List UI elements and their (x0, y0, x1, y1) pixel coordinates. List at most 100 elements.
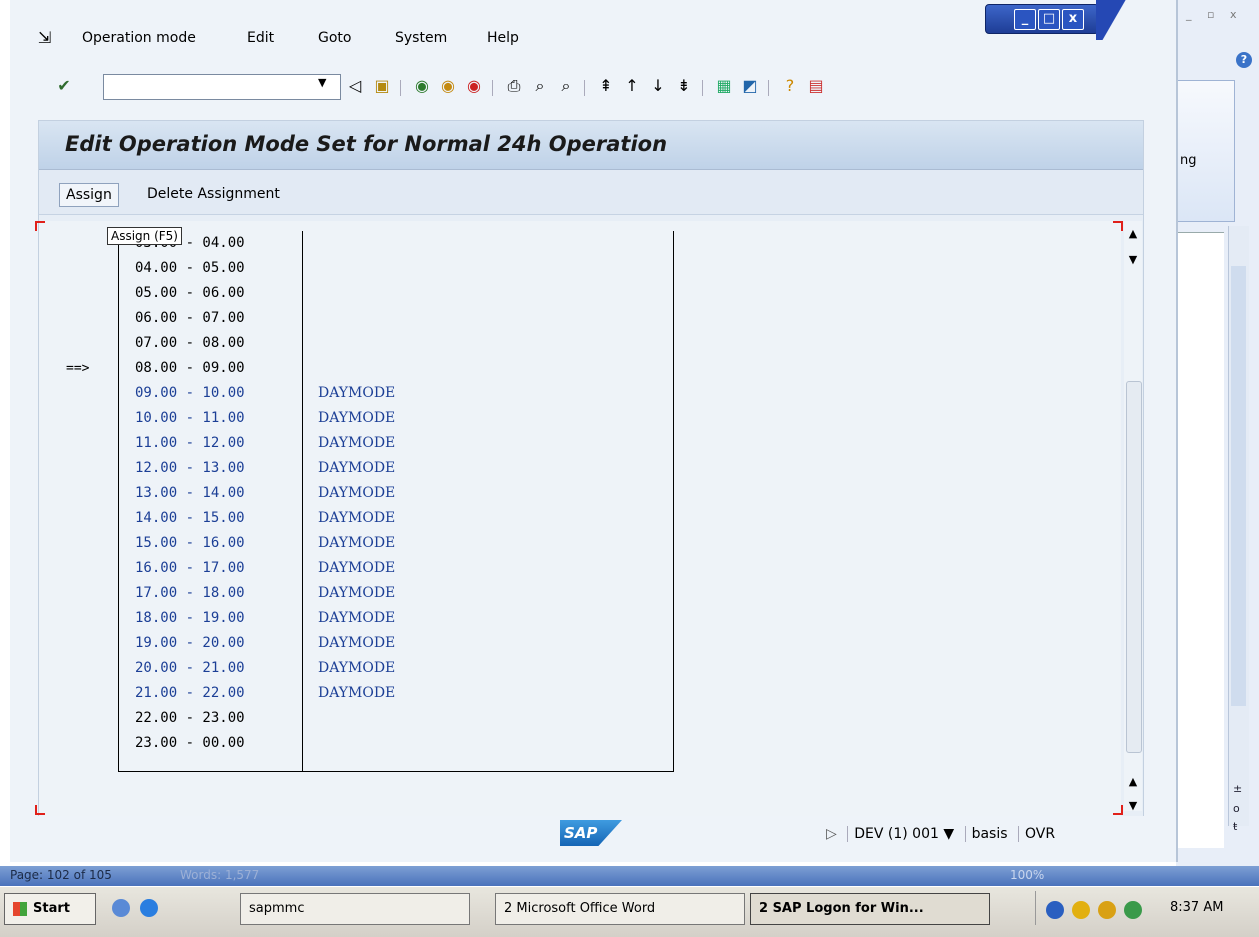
scroll-page-down-icon[interactable]: ▼ (1125, 253, 1141, 266)
browse-object-icon[interactable]: o (1233, 802, 1240, 815)
time-slot[interactable]: 10.00 - 11.00 (135, 406, 245, 431)
quicklaunch-desktop-icon[interactable] (112, 899, 130, 917)
vertical-scrollbar[interactable]: ▲ ▼ ▲ ▼ (1124, 221, 1142, 812)
time-slot[interactable]: 11.00 - 12.00 (135, 431, 245, 456)
application-toolbar: Assign Delete Assignment (39, 170, 1143, 215)
word-status-bar: Page: 102 of 105 Words: 1,577 100% (0, 866, 1259, 886)
operation-mode-value[interactable]: DAYMODE (318, 381, 395, 406)
exit-icon[interactable]: ◉ (438, 76, 458, 96)
time-slot[interactable]: 06.00 - 07.00 (135, 306, 245, 331)
time-slot[interactable]: 04.00 - 05.00 (135, 256, 245, 281)
taskbar-item-word[interactable]: 2 Microsoft Office Word (495, 893, 745, 925)
time-slot[interactable]: 17.00 - 18.00 (135, 581, 245, 606)
menu-system[interactable]: System (395, 30, 447, 46)
help-icon[interactable]: ? (780, 76, 800, 96)
next-page-icon[interactable]: ŧ (1233, 820, 1237, 833)
time-slot[interactable]: 18.00 - 19.00 (135, 606, 245, 631)
operation-mode-value[interactable]: DAYMODE (318, 506, 395, 531)
cancel-icon[interactable]: ◉ (464, 76, 484, 96)
word-page-count[interactable]: Page: 102 of 105 (10, 868, 112, 882)
find-next-icon[interactable]: ⌕ (556, 76, 576, 96)
current-hour-marker: ==> (66, 361, 90, 376)
background-word-window: _ ▫ x ? ng ± o ŧ (1176, 0, 1259, 880)
time-slot[interactable]: 12.00 - 13.00 (135, 456, 245, 481)
time-slot[interactable]: 08.00 - 09.00 (135, 356, 245, 381)
operation-mode-value[interactable]: DAYMODE (318, 406, 395, 431)
schedule-list: Assign (F5) ==> 03.00 - 04.00 04.00 - 05.… (35, 221, 1123, 821)
toolbar-separator (584, 80, 585, 96)
menu-operation-mode[interactable]: Operation mode (82, 30, 196, 46)
menu-goto[interactable]: Goto (318, 30, 351, 46)
command-field[interactable] (103, 74, 341, 100)
word-help-icon[interactable]: ? (1236, 52, 1252, 68)
tray-help-icon[interactable] (1046, 901, 1064, 919)
command-field-dropdown-icon[interactable]: ▼ (318, 76, 326, 89)
history-back-icon[interactable]: ◁ (345, 76, 365, 96)
taskbar-item-sapmmc[interactable]: sapmmc (240, 893, 470, 925)
enter-check-icon[interactable]: ✔ (54, 76, 74, 96)
time-slot[interactable]: 05.00 - 06.00 (135, 281, 245, 306)
scroll-down-icon[interactable]: ▼ (1125, 799, 1141, 812)
time-slot[interactable]: 13.00 - 14.00 (135, 481, 245, 506)
shortcut-icon[interactable]: ◩ (740, 76, 760, 96)
word-scroll-thumb[interactable] (1231, 266, 1246, 706)
next-page-icon[interactable]: ↓ (648, 76, 668, 96)
system-id[interactable]: DEV (1) 001 ▼ (847, 826, 961, 842)
save-icon[interactable]: ▣ (372, 76, 392, 96)
new-session-icon[interactable]: ▦ (714, 76, 734, 96)
last-page-icon[interactable]: ⇟ (674, 76, 694, 96)
time-slot[interactable]: 09.00 - 10.00 (135, 381, 245, 406)
word-vertical-scrollbar[interactable]: ± o ŧ (1228, 226, 1249, 833)
menu-help[interactable]: Help (487, 30, 519, 46)
start-button[interactable]: Start (4, 893, 96, 925)
scroll-thumb[interactable] (1126, 381, 1142, 753)
assign-button[interactable]: Assign (59, 183, 119, 207)
menu-edit[interactable]: Edit (247, 30, 274, 46)
time-slot[interactable]: 15.00 - 16.00 (135, 531, 245, 556)
tray-sap-icon[interactable] (1072, 901, 1090, 919)
scroll-page-up-icon[interactable]: ▲ (1125, 775, 1141, 788)
operation-mode-value[interactable]: DAYMODE (318, 656, 395, 681)
taskbar: Start sapmmc 2 Microsoft Office Word 2 S… (0, 886, 1259, 937)
system-dropdown-icon[interactable]: ▼ (943, 826, 954, 842)
status-expand-icon[interactable]: ▷ (820, 826, 843, 842)
prev-page-icon[interactable]: ± (1233, 782, 1242, 795)
input-mode[interactable]: OVR (1017, 826, 1062, 842)
time-slot[interactable]: 07.00 - 08.00 (135, 331, 245, 356)
scroll-up-icon[interactable]: ▲ (1125, 227, 1141, 240)
first-page-icon[interactable]: ⇞ (596, 76, 616, 96)
tray-security-icon[interactable] (1098, 901, 1116, 919)
time-slot[interactable]: 22.00 - 23.00 (135, 706, 245, 731)
system-menu-icon[interactable]: ⇲ (38, 28, 51, 47)
word-word-count[interactable]: Words: 1,577 (180, 868, 259, 882)
time-slot[interactable]: 20.00 - 21.00 (135, 656, 245, 681)
quicklaunch-ie-icon[interactable] (140, 899, 158, 917)
operation-mode-value[interactable]: DAYMODE (318, 606, 395, 631)
back-icon[interactable]: ◉ (412, 76, 432, 96)
print-icon[interactable]: ⎙ (504, 76, 524, 96)
operation-mode-value[interactable]: DAYMODE (318, 456, 395, 481)
find-icon[interactable]: ⌕ (530, 76, 550, 96)
operation-mode-value[interactable]: DAYMODE (318, 431, 395, 456)
operation-mode-value[interactable]: DAYMODE (318, 481, 395, 506)
background-window-controls[interactable]: _ ▫ x (1186, 8, 1242, 21)
menu-bar: ⇲ Operation mode Edit Goto System Help (10, 24, 1176, 54)
word-zoom-level[interactable]: 100% (1010, 868, 1044, 882)
operation-mode-value[interactable]: DAYMODE (318, 631, 395, 656)
operation-mode-value[interactable]: DAYMODE (318, 531, 395, 556)
time-slot[interactable]: 16.00 - 17.00 (135, 556, 245, 581)
tray-network-icon[interactable] (1124, 901, 1142, 919)
standard-toolbar: ✔ ▼ ◁ ▣ ◉ ◉ ◉ ⎙ ⌕ ⌕ ⇞ ↑ ↓ ⇟ ▦ ◩ ? ▤ (10, 70, 1176, 104)
time-slot[interactable]: 19.00 - 20.00 (135, 631, 245, 656)
operation-mode-value[interactable]: DAYMODE (318, 556, 395, 581)
selection-corner (35, 221, 45, 231)
time-slot[interactable]: 21.00 - 22.00 (135, 681, 245, 706)
layout-menu-icon[interactable]: ▤ (806, 76, 826, 96)
time-slot[interactable]: 23.00 - 00.00 (135, 731, 245, 756)
delete-assignment-button[interactable]: Delete Assignment (147, 183, 280, 205)
operation-mode-value[interactable]: DAYMODE (318, 681, 395, 706)
operation-mode-value[interactable]: DAYMODE (318, 581, 395, 606)
previous-page-icon[interactable]: ↑ (622, 76, 642, 96)
time-slot[interactable]: 14.00 - 15.00 (135, 506, 245, 531)
taskbar-item-sap-logon[interactable]: 2 SAP Logon for Win... (750, 893, 990, 925)
